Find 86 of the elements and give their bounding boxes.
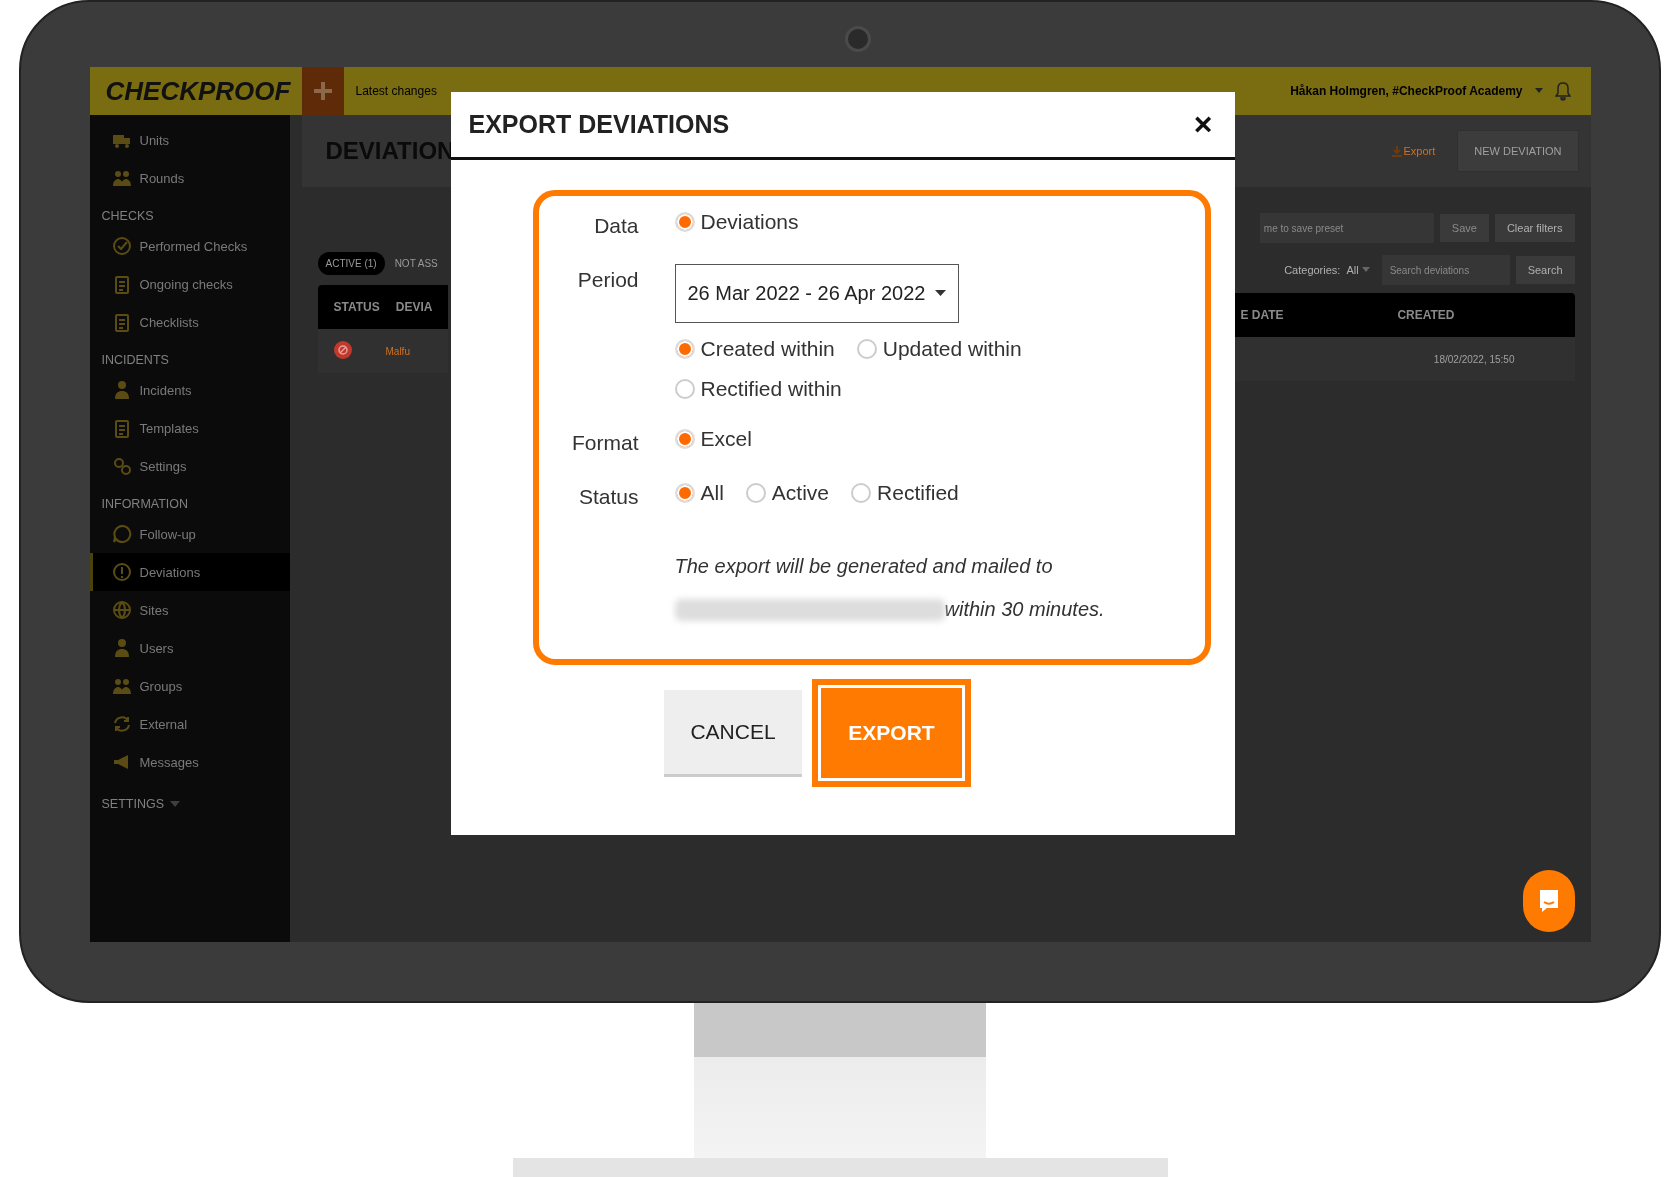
sidebar-item[interactable]: Follow-up bbox=[89, 515, 290, 553]
sidebar-heading: INFORMATION bbox=[100, 496, 190, 513]
caret-icon bbox=[1361, 267, 1370, 273]
radio-option[interactable]: Rectified bbox=[851, 481, 959, 505]
sidebar-item[interactable]: Sites bbox=[89, 591, 290, 629]
table-cell-text: 18/02/2022, 15:50 bbox=[1432, 353, 1515, 365]
sidebar-item[interactable]: Checklists bbox=[89, 303, 290, 341]
new-deviation-button[interactable]: NEW DEVIATION bbox=[1457, 130, 1579, 172]
export-note: The export will be generated and mailed to bbox=[674, 555, 1054, 578]
table-cell-text: Malfu bbox=[384, 345, 410, 357]
column-header: E DATE bbox=[1239, 308, 1284, 322]
speech-bubble-icon bbox=[111, 524, 132, 544]
period-dropdown[interactable]: 26 Mar 2022 - 26 Apr 2022 bbox=[674, 264, 959, 323]
status-icon bbox=[333, 340, 352, 359]
radio-button[interactable] bbox=[674, 379, 695, 399]
people-icon bbox=[111, 168, 132, 188]
export-note: within 30 minutes. bbox=[944, 598, 1105, 621]
search-field[interactable]: Search deviations bbox=[1381, 255, 1510, 285]
radio-option[interactable]: Active bbox=[745, 481, 830, 505]
preset-name-field[interactable]: me to save preset bbox=[1259, 213, 1434, 243]
add-button[interactable] bbox=[301, 67, 344, 115]
caret-icon bbox=[170, 800, 180, 808]
sidebar-item[interactable]: Deviations bbox=[89, 553, 290, 591]
clear-filters-button[interactable]: Clear filters bbox=[1494, 214, 1575, 242]
column-header: CREATED bbox=[1396, 308, 1455, 322]
sidebar-item[interactable]: Users bbox=[89, 629, 290, 667]
sidebar-item[interactable]: Ongoing checks bbox=[89, 265, 290, 303]
radio-option[interactable]: Rectified within bbox=[674, 377, 842, 401]
caret-icon bbox=[1534, 88, 1543, 94]
sidebar-item[interactable]: Incidents bbox=[89, 371, 290, 409]
dialog-title: EXPORT DEVIATIONS bbox=[468, 110, 730, 139]
radio-option[interactable]: Created within bbox=[674, 337, 835, 361]
radio-button[interactable] bbox=[856, 339, 877, 359]
sidebar-item[interactable]: Templates bbox=[89, 409, 290, 447]
people-icon bbox=[111, 676, 132, 696]
sidebar-item[interactable]: Performed Checks bbox=[89, 227, 290, 265]
save-button[interactable]: Save bbox=[1439, 214, 1489, 242]
logo: CHECKPROOF bbox=[104, 75, 290, 107]
check-circle-icon bbox=[111, 236, 132, 256]
radio-button[interactable] bbox=[745, 483, 766, 503]
export-link[interactable]: Export bbox=[1391, 145, 1436, 157]
camera-dot bbox=[844, 26, 871, 52]
categories-dropdown[interactable]: All bbox=[1346, 264, 1370, 276]
radio-button[interactable] bbox=[674, 483, 695, 503]
close-button[interactable]: × bbox=[1189, 106, 1217, 143]
sidebar-heading: CHECKS bbox=[100, 208, 155, 225]
filter-tab[interactable]: NOT ASS bbox=[386, 251, 446, 275]
cancel-button[interactable]: CANCEL bbox=[664, 689, 802, 777]
field-label: Status bbox=[578, 484, 639, 509]
exclamation-circle-icon bbox=[111, 562, 132, 582]
radio-option[interactable]: Updated within bbox=[856, 337, 1022, 361]
export-button[interactable]: EXPORT bbox=[812, 679, 971, 787]
globe-icon bbox=[111, 600, 132, 620]
column-header: DEVIA bbox=[394, 300, 433, 314]
categories-label: Categories: bbox=[1284, 264, 1341, 276]
arrows-circle-icon bbox=[111, 714, 132, 734]
gears-icon bbox=[111, 456, 132, 476]
filter-tab[interactable]: ACTIVE (1) bbox=[317, 251, 385, 275]
sidebar-heading: INCIDENTS bbox=[100, 352, 170, 369]
user-menu[interactable]: Håkan Holmgren, #CheckProof Academy bbox=[1290, 84, 1523, 98]
radio-option[interactable]: Excel bbox=[674, 427, 752, 451]
sidebar-item[interactable]: Rounds bbox=[89, 159, 290, 197]
plus-icon bbox=[311, 80, 334, 102]
radio-option[interactable]: All bbox=[674, 481, 724, 505]
radio-button[interactable] bbox=[851, 483, 872, 503]
chat-button[interactable] bbox=[1522, 870, 1575, 932]
caret-icon bbox=[934, 290, 946, 297]
table-row[interactable]: Malfu bbox=[317, 329, 448, 373]
radio-button[interactable] bbox=[674, 429, 695, 449]
latest-changes-link[interactable]: Latest changes bbox=[355, 84, 437, 98]
radio-option[interactable]: Deviations bbox=[674, 210, 799, 234]
column-header: STATUS bbox=[332, 300, 380, 314]
search-button[interactable]: Search bbox=[1515, 256, 1575, 284]
sidebar-item[interactable]: Groups bbox=[89, 667, 290, 705]
field-label: Period bbox=[577, 267, 639, 293]
sidebar-item[interactable]: Messages bbox=[89, 743, 290, 781]
radio-button[interactable] bbox=[674, 212, 695, 232]
settings-dropdown[interactable]: SETTINGS bbox=[89, 781, 290, 811]
bell-icon[interactable] bbox=[1554, 81, 1571, 101]
radio-button[interactable] bbox=[674, 339, 695, 359]
sidebar-item[interactable]: Settings bbox=[89, 447, 290, 485]
sidebar-item[interactable]: Units bbox=[89, 121, 290, 159]
field-label: Data bbox=[594, 213, 639, 238]
sidebar-item[interactable]: External bbox=[89, 705, 290, 743]
field-label: Format bbox=[572, 430, 639, 455]
download-icon bbox=[1391, 145, 1402, 157]
